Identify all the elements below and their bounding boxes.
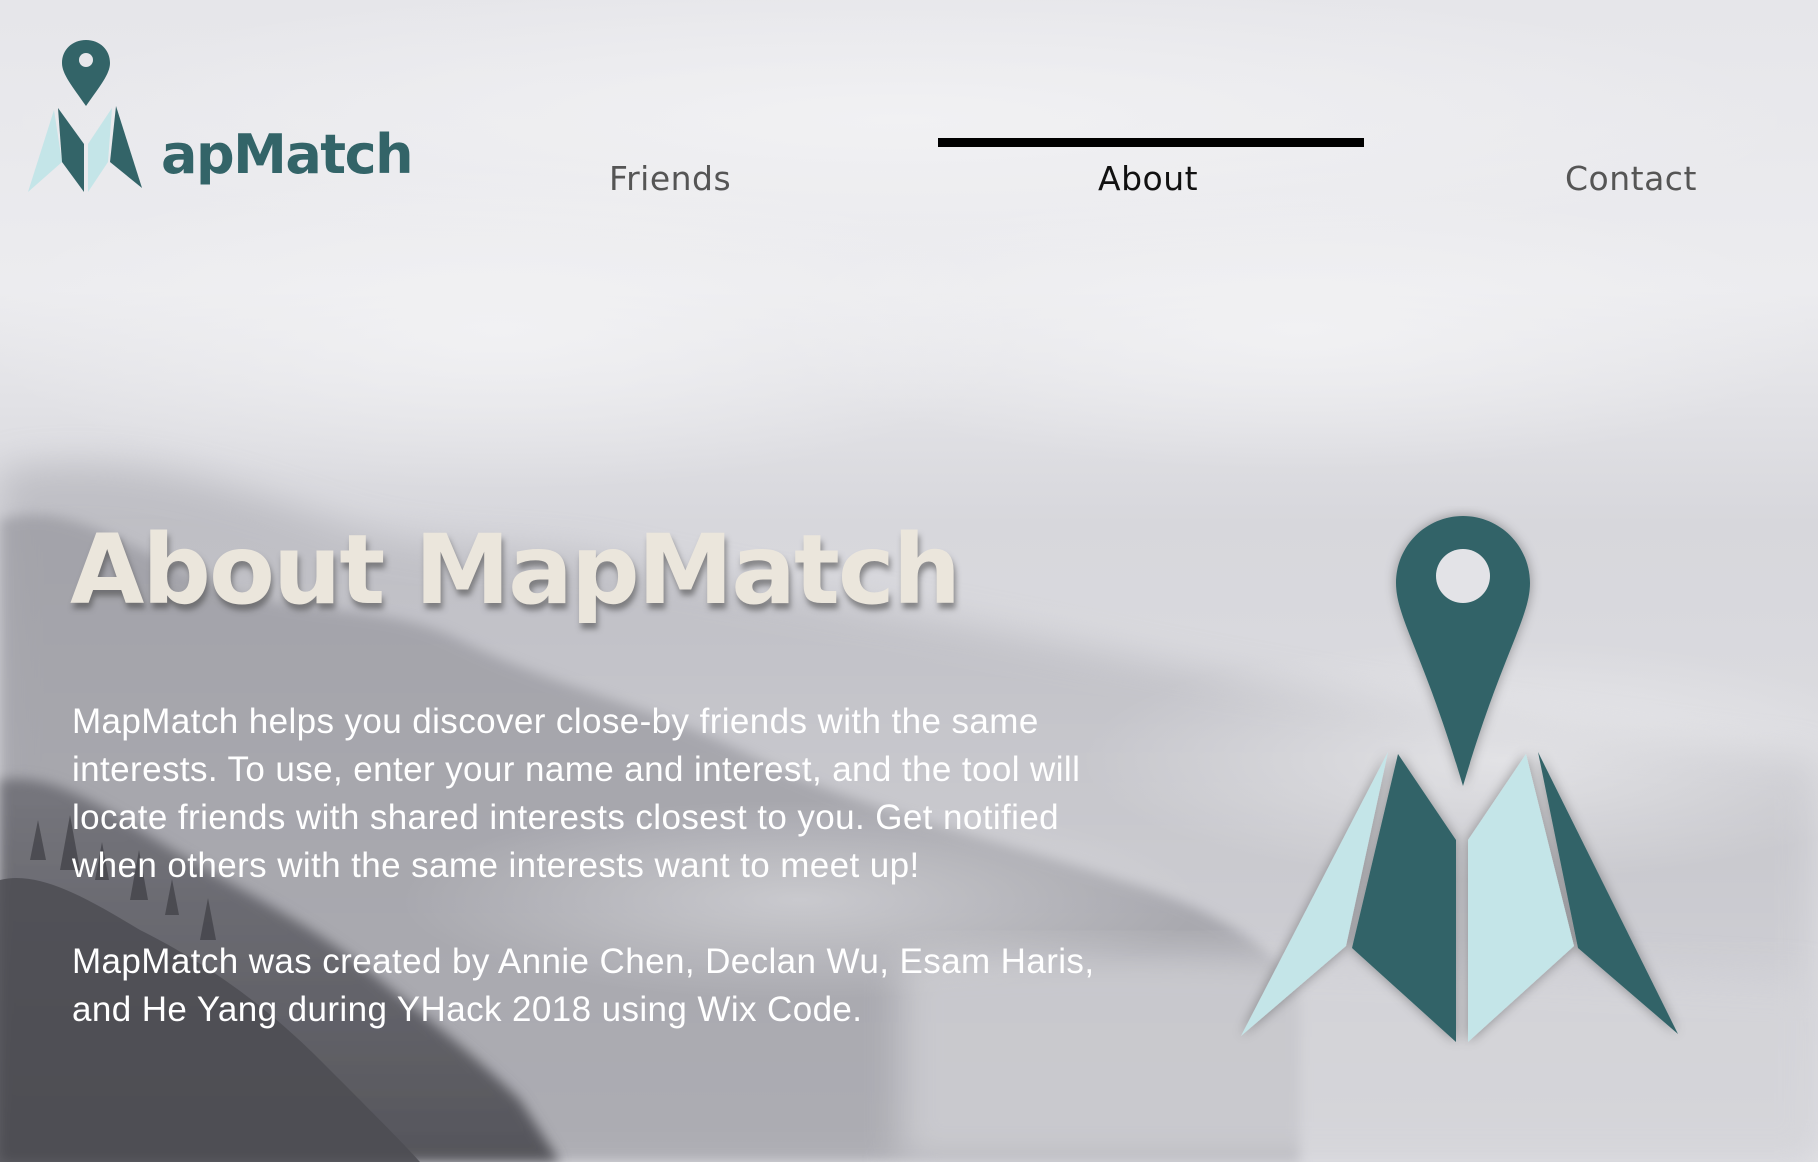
nav-item-about[interactable]: About: [1098, 162, 1198, 195]
nav-item-contact[interactable]: Contact: [1565, 162, 1697, 195]
active-nav-indicator: [938, 138, 1364, 147]
logo-wordmark: apMatch: [161, 123, 414, 186]
map-pin-m-logo-icon: [1241, 516, 1678, 1042]
about-paragraph: MapMatch helps you discover close-by fri…: [72, 702, 1081, 885]
credits-paragraph: MapMatch was created by Annie Chen, Decl…: [72, 942, 1095, 1029]
map-pin-m-logo-icon: [28, 40, 142, 192]
hero-logo: [1228, 506, 1698, 1051]
nav-item-friends[interactable]: Friends: [609, 162, 731, 195]
site-header: apMatch Friends About Contact: [0, 0, 1818, 220]
about-description: MapMatch helps you discover close-by fri…: [72, 698, 1152, 1034]
page-title: About MapMatch: [70, 514, 961, 626]
site-logo[interactable]: apMatch: [28, 34, 414, 204]
